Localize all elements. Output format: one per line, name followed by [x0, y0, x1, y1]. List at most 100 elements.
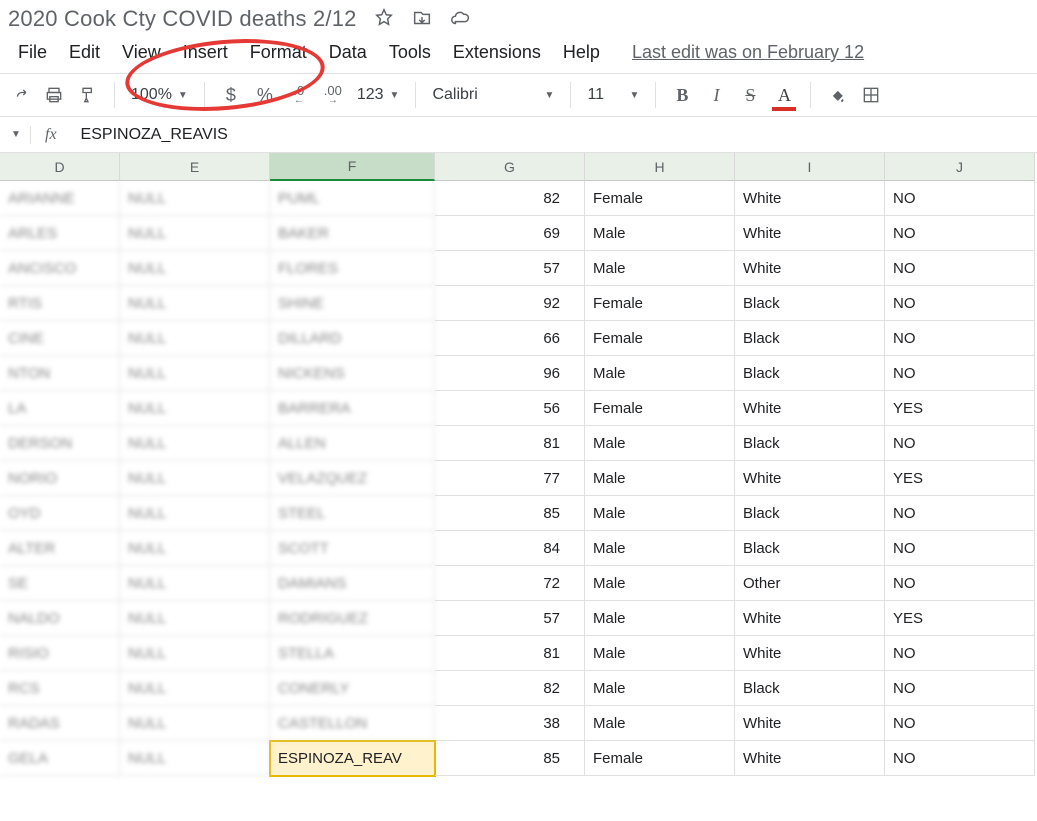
cell[interactable]: OYD: [0, 496, 120, 531]
spreadsheet-grid[interactable]: DEFGHIJARIANNENULLPUML82FemaleWhiteNOARL…: [0, 153, 1037, 776]
cell[interactable]: 56: [435, 391, 585, 426]
cell[interactable]: Female: [585, 391, 735, 426]
cell[interactable]: 82: [435, 181, 585, 216]
cell[interactable]: 85: [435, 741, 585, 776]
font-size-select[interactable]: 11▼: [583, 86, 643, 104]
cell[interactable]: NTON: [0, 356, 120, 391]
menu-insert[interactable]: Insert: [173, 38, 238, 67]
cell[interactable]: 81: [435, 636, 585, 671]
cell[interactable]: NULL: [120, 356, 270, 391]
cell[interactable]: Male: [585, 356, 735, 391]
cell[interactable]: SCOTT: [270, 531, 435, 566]
cell[interactable]: NO: [885, 426, 1035, 461]
cell[interactable]: Male: [585, 251, 735, 286]
cell[interactable]: DILLARD: [270, 321, 435, 356]
cell[interactable]: 38: [435, 706, 585, 741]
cell[interactable]: NULL: [120, 216, 270, 251]
cell[interactable]: Male: [585, 461, 735, 496]
cell[interactable]: STELLA: [270, 636, 435, 671]
menu-extensions[interactable]: Extensions: [443, 38, 551, 67]
cell[interactable]: White: [735, 741, 885, 776]
cell[interactable]: White: [735, 251, 885, 286]
column-header-H[interactable]: H: [585, 153, 735, 181]
cell[interactable]: RCS: [0, 671, 120, 706]
cell[interactable]: NALDO: [0, 601, 120, 636]
cell[interactable]: CINE: [0, 321, 120, 356]
cell[interactable]: NO: [885, 251, 1035, 286]
cell[interactable]: DAMIANS: [270, 566, 435, 601]
cell[interactable]: Black: [735, 321, 885, 356]
cell[interactable]: BAKER: [270, 216, 435, 251]
cell[interactable]: VELAZQUEZ: [270, 461, 435, 496]
fill-color-button[interactable]: [823, 81, 851, 109]
cell[interactable]: 57: [435, 601, 585, 636]
column-header-F[interactable]: F: [270, 153, 435, 181]
cell[interactable]: SHINE: [270, 286, 435, 321]
currency-button[interactable]: $: [217, 81, 245, 109]
cell[interactable]: NULL: [120, 496, 270, 531]
document-title[interactable]: 2020 Cook Cty COVID deaths 2/12: [8, 6, 357, 32]
strike-button[interactable]: S: [736, 81, 764, 109]
cell[interactable]: SE: [0, 566, 120, 601]
cell[interactable]: NULL: [120, 531, 270, 566]
cell[interactable]: Male: [585, 671, 735, 706]
cell[interactable]: NO: [885, 531, 1035, 566]
print-icon[interactable]: [40, 81, 68, 109]
cell[interactable]: White: [735, 461, 885, 496]
cell[interactable]: Male: [585, 636, 735, 671]
borders-button[interactable]: [857, 81, 885, 109]
font-select[interactable]: Calibri▼: [428, 86, 558, 104]
cell[interactable]: 57: [435, 251, 585, 286]
cell[interactable]: ANCISCO: [0, 251, 120, 286]
cell[interactable]: NO: [885, 741, 1035, 776]
cell[interactable]: 85: [435, 496, 585, 531]
cell[interactable]: White: [735, 706, 885, 741]
cell[interactable]: NULL: [120, 461, 270, 496]
cloud-icon[interactable]: [449, 7, 471, 32]
cell[interactable]: NO: [885, 496, 1035, 531]
column-header-J[interactable]: J: [885, 153, 1035, 181]
cell[interactable]: NULL: [120, 426, 270, 461]
column-header-G[interactable]: G: [435, 153, 585, 181]
cell[interactable]: FLORES: [270, 251, 435, 286]
cell[interactable]: White: [735, 216, 885, 251]
cell[interactable]: NO: [885, 181, 1035, 216]
cell[interactable]: NULL: [120, 636, 270, 671]
cell[interactable]: NULL: [120, 671, 270, 706]
last-edit-link[interactable]: Last edit was on February 12: [632, 42, 864, 63]
cell[interactable]: NICKENS: [270, 356, 435, 391]
cell[interactable]: NORIO: [0, 461, 120, 496]
cell[interactable]: NO: [885, 216, 1035, 251]
menu-view[interactable]: View: [112, 38, 171, 67]
cell[interactable]: YES: [885, 461, 1035, 496]
column-header-I[interactable]: I: [735, 153, 885, 181]
cell[interactable]: NULL: [120, 181, 270, 216]
cell[interactable]: White: [735, 636, 885, 671]
cell[interactable]: NO: [885, 356, 1035, 391]
cell[interactable]: NO: [885, 566, 1035, 601]
bold-button[interactable]: B: [668, 81, 696, 109]
italic-button[interactable]: I: [702, 81, 730, 109]
cell[interactable]: Black: [735, 496, 885, 531]
cell[interactable]: Black: [735, 286, 885, 321]
cell[interactable]: 77: [435, 461, 585, 496]
cell[interactable]: RTIS: [0, 286, 120, 321]
cell[interactable]: 81: [435, 426, 585, 461]
menu-format[interactable]: Format: [240, 38, 317, 67]
cell[interactable]: 84: [435, 531, 585, 566]
menu-help[interactable]: Help: [553, 38, 610, 67]
cell[interactable]: 92: [435, 286, 585, 321]
namebox-dropdown[interactable]: ▼: [0, 129, 30, 140]
cell[interactable]: Male: [585, 496, 735, 531]
cell[interactable]: White: [735, 391, 885, 426]
cell[interactable]: Male: [585, 706, 735, 741]
cell[interactable]: YES: [885, 601, 1035, 636]
formula-input[interactable]: ESPINOZA_REAVIS: [71, 126, 228, 144]
cell[interactable]: NULL: [120, 286, 270, 321]
cell[interactable]: NULL: [120, 706, 270, 741]
cell[interactable]: Black: [735, 356, 885, 391]
cell[interactable]: Female: [585, 181, 735, 216]
cell[interactable]: RODRIGUEZ: [270, 601, 435, 636]
cell[interactable]: White: [735, 181, 885, 216]
cell[interactable]: NO: [885, 321, 1035, 356]
